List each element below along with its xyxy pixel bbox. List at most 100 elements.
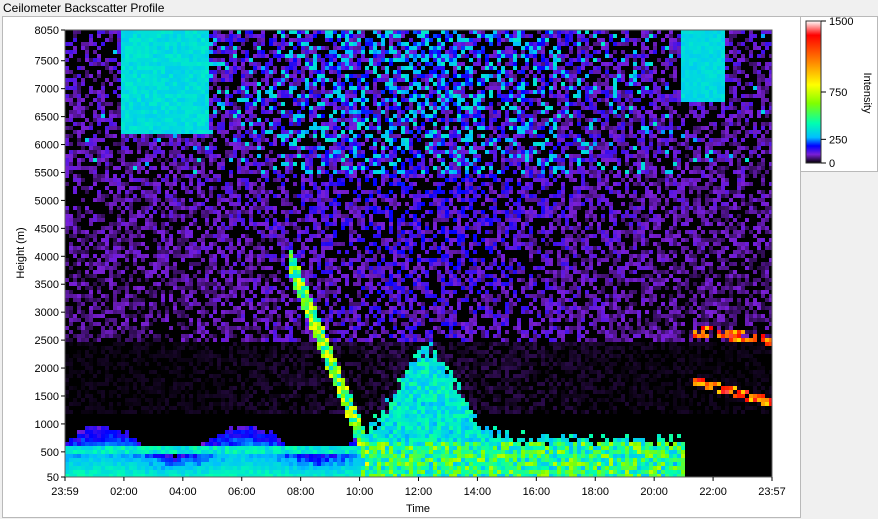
heat-cell — [149, 158, 153, 162]
heat-cell — [269, 394, 273, 398]
heat-cell — [105, 466, 109, 470]
heat-cell — [269, 298, 273, 302]
heat-cell — [345, 470, 349, 474]
heat-cell — [321, 454, 325, 458]
heat-cell — [149, 78, 153, 82]
heat-cell — [293, 162, 297, 166]
heat-cell — [205, 62, 209, 66]
heat-cell — [309, 258, 313, 262]
heat-cell — [329, 118, 333, 122]
heat-cell — [117, 206, 121, 210]
heat-cell — [149, 270, 153, 274]
heat-cell — [293, 270, 297, 274]
heat-cell — [69, 134, 73, 138]
heat-cell — [213, 138, 217, 142]
heat-cell — [333, 222, 337, 226]
heat-cell — [141, 42, 145, 46]
heat-cell — [333, 362, 337, 366]
heat-cell — [81, 330, 85, 334]
heat-cell — [129, 330, 133, 334]
heat-cell — [333, 310, 337, 314]
heat-cell — [289, 122, 293, 126]
heat-cell — [77, 182, 81, 186]
heat-cell — [137, 454, 141, 458]
heat-cell — [349, 82, 353, 86]
heat-cell — [309, 154, 313, 158]
heat-cell — [329, 162, 333, 166]
heat-cell — [161, 130, 165, 134]
heat-cell — [193, 166, 197, 170]
heat-cell — [297, 338, 301, 342]
heat-cell — [125, 338, 129, 342]
heat-cell — [233, 270, 237, 274]
heat-cell — [265, 378, 269, 382]
heat-cell — [249, 118, 253, 122]
heat-cell — [125, 118, 129, 122]
heat-cell — [69, 462, 73, 466]
heat-cell — [213, 382, 217, 386]
heat-cell — [349, 450, 353, 454]
heat-cell — [201, 310, 205, 314]
heat-cell — [333, 382, 337, 386]
heat-cell — [73, 274, 77, 278]
heat-cell — [157, 94, 161, 98]
heat-cell — [141, 114, 145, 118]
heat-cell — [217, 214, 221, 218]
heat-cell — [89, 334, 93, 338]
heat-cell — [281, 250, 285, 254]
heat-cell — [137, 286, 141, 290]
heat-cell — [141, 258, 145, 262]
heat-cell — [181, 154, 185, 158]
heat-cell — [349, 350, 353, 354]
heat-cell — [213, 458, 217, 462]
heat-cell — [209, 458, 213, 462]
heat-cell — [181, 366, 185, 370]
heat-cell — [97, 298, 101, 302]
heat-cell — [257, 198, 261, 202]
heat-cell — [349, 298, 353, 302]
heat-cell — [225, 258, 229, 262]
heat-cell — [85, 50, 89, 54]
heat-cell — [205, 346, 209, 350]
heat-cell — [241, 454, 245, 458]
heat-cell — [241, 66, 245, 70]
heat-cell — [185, 230, 189, 234]
heat-cell — [181, 158, 185, 162]
heat-cell — [305, 218, 309, 222]
heat-cell — [233, 362, 237, 366]
heat-cell — [289, 62, 293, 66]
heat-cell — [313, 318, 317, 322]
heat-cell — [209, 314, 213, 318]
heat-cell — [253, 370, 257, 374]
heat-cell — [341, 382, 345, 386]
heat-cell — [293, 30, 297, 34]
heat-cell — [129, 278, 133, 282]
heat-cell — [313, 154, 317, 158]
heat-cell — [85, 70, 89, 74]
heat-cell — [221, 50, 225, 54]
heat-cell — [349, 202, 353, 206]
heat-cell — [281, 294, 285, 298]
heat-cell — [313, 58, 317, 62]
heat-cell — [317, 446, 321, 450]
heat-cell — [273, 442, 277, 446]
heat-cell — [169, 66, 173, 70]
heat-cell — [225, 402, 229, 406]
heat-cell — [77, 158, 81, 162]
heat-cell — [145, 74, 149, 78]
heat-cell — [69, 142, 73, 146]
heat-cell — [197, 82, 201, 86]
heat-cell — [321, 106, 325, 110]
heat-cell — [301, 218, 305, 222]
heat-cell — [109, 326, 113, 330]
heat-cell — [309, 58, 313, 62]
heat-cell — [229, 58, 233, 62]
heat-cell — [105, 178, 109, 182]
heat-cell — [125, 94, 129, 98]
heat-cell — [81, 122, 85, 126]
heat-cell — [81, 458, 85, 462]
heat-cell — [177, 206, 181, 210]
heat-cell — [177, 86, 181, 90]
heat-cell — [329, 270, 333, 274]
heat-cell — [145, 170, 149, 174]
